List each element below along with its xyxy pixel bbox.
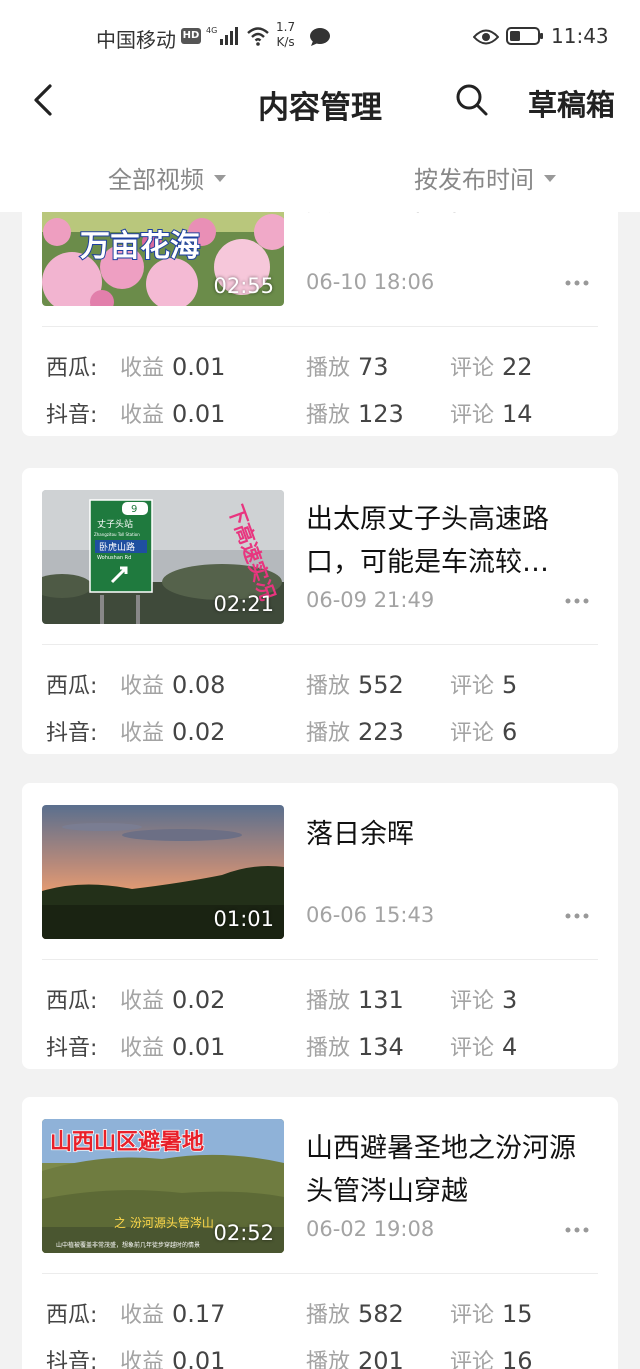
clock: 11:43 (551, 24, 609, 48)
platform-label: 西瓜: (46, 989, 98, 1014)
network-type: 4G (206, 26, 217, 35)
publish-date: 06-06 15:43 (306, 903, 435, 927)
platform-label: 西瓜: (46, 1303, 98, 1328)
svg-text:9: 9 (131, 504, 137, 515)
income-stat: 收益 0.02 (120, 718, 226, 746)
divider (42, 959, 598, 960)
message-icon (310, 28, 330, 46)
comment-stat: 评论 3 (450, 986, 518, 1014)
caret-down-icon (214, 174, 226, 182)
sort-filter[interactable]: 按发布时间 (414, 160, 556, 195)
divider (42, 1273, 598, 1274)
play-stat: 播放 123 (306, 400, 404, 428)
thumbnail-caption: 万亩花海 (80, 229, 200, 264)
comment-stat: 评论 6 (450, 718, 518, 746)
caret-down-icon (544, 174, 556, 182)
stats-row-douyin: 抖音: 收益 0.02 播放 223 评论 6 (22, 715, 618, 751)
svg-text:山中植被覆盖非常茂盛，想象前几年徒步穿越时的情景: 山中植被覆盖非常茂盛，想象前几年徒步穿越时的情景 (56, 1241, 200, 1249)
video-thumbnail[interactable]: 万亩花海 02:55 (42, 212, 284, 306)
network-speed: 1.7 K/s (276, 20, 296, 49)
video-title[interactable]: 中国芍乡，芍乡中山，只为寻你而来。 (306, 212, 596, 223)
income-stat: 收益 0.17 (120, 1300, 226, 1328)
video-card[interactable]: 山西山区避暑地 之 汾河源头管涔山 山中植被覆盖非常茂盛，想象前几年徒步穿越时的… (22, 1097, 618, 1369)
sort-filter-label: 按发布时间 (414, 166, 534, 194)
drafts-button[interactable]: 草稿箱 (528, 82, 615, 124)
platform-label: 西瓜: (46, 674, 98, 699)
more-options-icon[interactable] (565, 913, 589, 919)
stats-row-xigua: 西瓜: 收益 0.17 播放 582 评论 15 (22, 1297, 618, 1333)
video-type-filter-label: 全部视频 (108, 166, 204, 194)
video-card[interactable]: 9 丈子头站 Zhangzitou Toll Station 卧虎山路 Wohu… (22, 468, 618, 754)
play-stat: 播放 223 (306, 718, 404, 746)
platform-label: 抖音: (46, 403, 98, 428)
video-duration: 02:21 (213, 592, 274, 616)
comment-stat: 评论 4 (450, 1033, 518, 1061)
svg-text:Zhangzitou Toll Station: Zhangzitou Toll Station (94, 532, 140, 537)
divider (42, 326, 598, 327)
income-stat: 收益 0.01 (120, 1033, 226, 1061)
svg-text:之 汾河源头管涔山: 之 汾河源头管涔山 (114, 1215, 214, 1230)
video-thumbnail[interactable]: 山西山区避暑地 之 汾河源头管涔山 山中植被覆盖非常茂盛，想象前几年徒步穿越时的… (42, 1119, 284, 1253)
income-stat: 收益 0.02 (120, 986, 226, 1014)
video-title[interactable]: 落日余晖 (306, 813, 596, 899)
stats-row-xigua: 西瓜: 收益 0.01 播放 73 评论 22 (22, 350, 618, 386)
carrier-name: 中国移动 (96, 28, 176, 52)
more-options-icon[interactable] (565, 280, 589, 286)
comment-stat: 评论 15 (450, 1300, 533, 1328)
stats-row-xigua: 西瓜: 收益 0.02 播放 131 评论 3 (22, 983, 618, 1019)
video-title[interactable]: 山西避暑圣地之汾河源头管涔山穿越 (306, 1127, 596, 1213)
video-duration: 02:52 (213, 1221, 274, 1245)
stats-row-douyin: 抖音: 收益 0.01 播放 201 评论 16 (22, 1344, 618, 1369)
income-stat: 收益 0.01 (120, 1347, 226, 1369)
more-options-icon[interactable] (565, 1227, 589, 1233)
income-stat: 收益 0.08 (120, 671, 226, 699)
comment-stat: 评论 14 (450, 400, 533, 428)
search-icon[interactable] (454, 82, 490, 118)
stats-row-douyin: 抖音: 收益 0.01 播放 134 评论 4 (22, 1030, 618, 1066)
play-stat: 播放 552 (306, 671, 404, 699)
video-card[interactable]: 万亩花海 02:55 中国芍乡，芍乡中山，只为寻你而来。 06-10 18:06… (22, 212, 618, 436)
play-stat: 播放 582 (306, 1300, 404, 1328)
publish-date: 06-02 19:08 (306, 1217, 435, 1241)
play-stat: 播放 134 (306, 1033, 404, 1061)
status-bar: 中国移动 HD 4G 1.7 K/s 11:43 (0, 0, 640, 72)
video-type-filter[interactable]: 全部视频 (108, 160, 226, 195)
video-duration: 01:01 (213, 907, 274, 931)
play-stat: 播放 131 (306, 986, 404, 1014)
platform-label: 抖音: (46, 721, 98, 746)
stats-row-xigua: 西瓜: 收益 0.08 播放 552 评论 5 (22, 668, 618, 704)
platform-label: 西瓜: (46, 356, 98, 381)
income-stat: 收益 0.01 (120, 353, 226, 381)
svg-text:卧虎山路: 卧虎山路 (99, 541, 135, 553)
divider (42, 644, 598, 645)
stats-row-douyin: 抖音: 收益 0.01 播放 123 评论 14 (22, 397, 618, 433)
video-duration: 02:55 (213, 274, 274, 298)
battery-icon (506, 27, 543, 45)
video-thumbnail[interactable]: 9 丈子头站 Zhangzitou Toll Station 卧虎山路 Wohu… (42, 490, 284, 624)
eye-icon (473, 29, 499, 45)
svg-text:丈子头站: 丈子头站 (97, 518, 133, 530)
income-stat: 收益 0.01 (120, 400, 226, 428)
hd-badge: HD (181, 28, 201, 44)
thumbnail-caption: 山西山区避暑地 (50, 1129, 204, 1155)
play-stat: 播放 201 (306, 1347, 404, 1369)
video-thumbnail[interactable]: 01:01 (42, 805, 284, 939)
comment-stat: 评论 16 (450, 1347, 533, 1369)
publish-date: 06-10 18:06 (306, 270, 435, 294)
publish-date: 06-09 21:49 (306, 588, 435, 612)
svg-text:Wohushan Rd: Wohushan Rd (97, 555, 131, 561)
platform-label: 抖音: (46, 1036, 98, 1061)
platform-label: 抖音: (46, 1350, 98, 1369)
wifi-icon (247, 27, 269, 46)
video-list[interactable]: 万亩花海 02:55 中国芍乡，芍乡中山，只为寻你而来。 06-10 18:06… (0, 212, 640, 1369)
video-title[interactable]: 出太原丈子头高速路口，可能是车流较… (306, 498, 596, 584)
video-card[interactable]: 01:01 落日余晖 06-06 15:43 西瓜: 收益 0.02 播放 131 … (22, 783, 618, 1069)
play-stat: 播放 73 (306, 353, 389, 381)
comment-stat: 评论 5 (450, 671, 518, 699)
signal-icon: 4G (206, 26, 238, 45)
more-options-icon[interactable] (565, 598, 589, 604)
comment-stat: 评论 22 (450, 353, 533, 381)
